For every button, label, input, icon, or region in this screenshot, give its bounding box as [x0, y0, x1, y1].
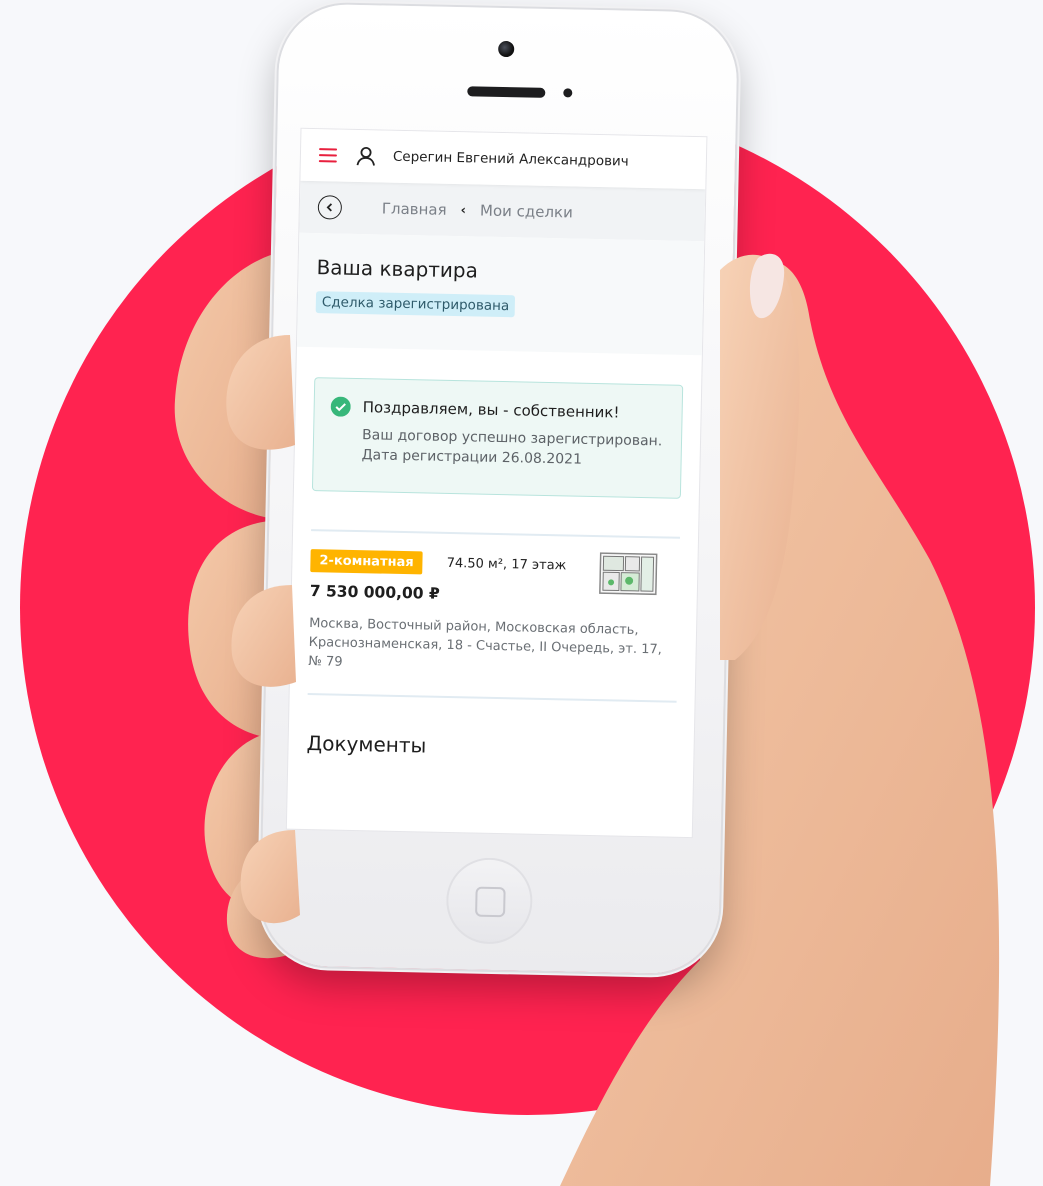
status-badge: Сделка зарегистрирована	[315, 291, 516, 318]
flat-card[interactable]: 2-комнатная 74.50 м², 17 этаж 7 530 000,…	[290, 531, 698, 701]
phone-device: Серегин Евгений Александрович Главная ‹ …	[259, 3, 739, 975]
documents-title: Документы	[306, 731, 427, 758]
flat-area-floor: 74.50 м², 17 этаж	[446, 555, 567, 574]
speaker-grille	[467, 86, 546, 98]
home-button[interactable]	[445, 856, 534, 945]
home-square-icon	[475, 886, 506, 918]
breadcrumb: Главная ‹ Мои сделки	[299, 180, 706, 242]
success-card: Поздравляем, вы - собственник! Ваш догов…	[311, 377, 684, 499]
user-icon[interactable]	[355, 145, 377, 167]
success-title: Поздравляем, вы - собственник!	[362, 398, 620, 422]
user-name[interactable]: Серегин Евгений Александрович	[393, 149, 629, 170]
breadcrumb-deals[interactable]: Мои сделки	[480, 202, 573, 222]
app-screen: Серегин Евгений Александрович Главная ‹ …	[286, 128, 707, 838]
chevron-left-icon: ‹	[460, 202, 467, 218]
back-button[interactable]	[317, 195, 343, 220]
success-text: Ваш договор успешно зарегистрирован. Дат…	[361, 427, 663, 468]
flat-address: Москва, Восточный район, Московская обла…	[308, 616, 662, 670]
check-circle-icon	[330, 396, 351, 417]
sensor-dot	[563, 88, 573, 98]
top-bar: Серегин Евгений Александрович	[300, 128, 707, 190]
page-title: Ваша квартира	[316, 255, 479, 283]
hamburger-icon[interactable]	[318, 148, 338, 163]
page-header: Ваша квартира Сделка зарегистрирована	[296, 232, 705, 356]
floor-plan-icon[interactable]	[599, 552, 658, 596]
chevron-left-icon	[326, 203, 333, 212]
breadcrumb-home[interactable]: Главная	[382, 199, 447, 218]
camera-icon	[498, 40, 515, 58]
rooms-badge: 2-комнатная	[310, 549, 423, 575]
